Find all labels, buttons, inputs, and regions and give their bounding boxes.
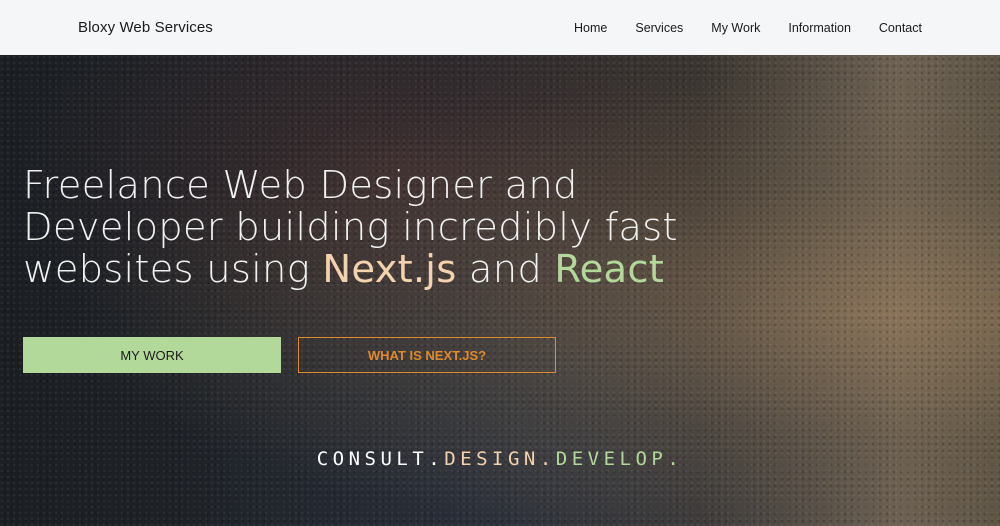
tagline-develop: DEVELOP. [555,448,684,470]
nav-link-services[interactable]: Services [635,21,683,35]
hero-section: Freelance Web Designer and Developer bui… [0,55,1000,526]
brand-logo-text[interactable]: Bloxy Web Services [78,19,213,36]
headline-connector: and [468,247,542,292]
highlight-react: React [554,247,664,292]
nav-link-my-work[interactable]: My Work [711,21,760,35]
nav-link-information[interactable]: Information [788,21,851,35]
nav-link-contact[interactable]: Contact [879,21,922,35]
tagline-design: DESIGN. [444,448,556,470]
top-navbar: Bloxy Web Services Home Services My Work… [0,0,1000,55]
tagline-consult: CONSULT. [316,448,445,470]
hero-headline: Freelance Web Designer and Developer bui… [23,165,723,291]
what-is-nextjs-button[interactable]: WHAT IS NEXT.JS? [298,337,556,373]
nav-link-home[interactable]: Home [574,21,607,35]
nav-menu: Home Services My Work Information Contac… [574,21,922,35]
highlight-nextjs: Next.js [322,247,457,292]
hero-tagline: CONSULT.DESIGN.DEVELOP. [0,448,1000,470]
my-work-button[interactable]: MY WORK [23,337,281,373]
